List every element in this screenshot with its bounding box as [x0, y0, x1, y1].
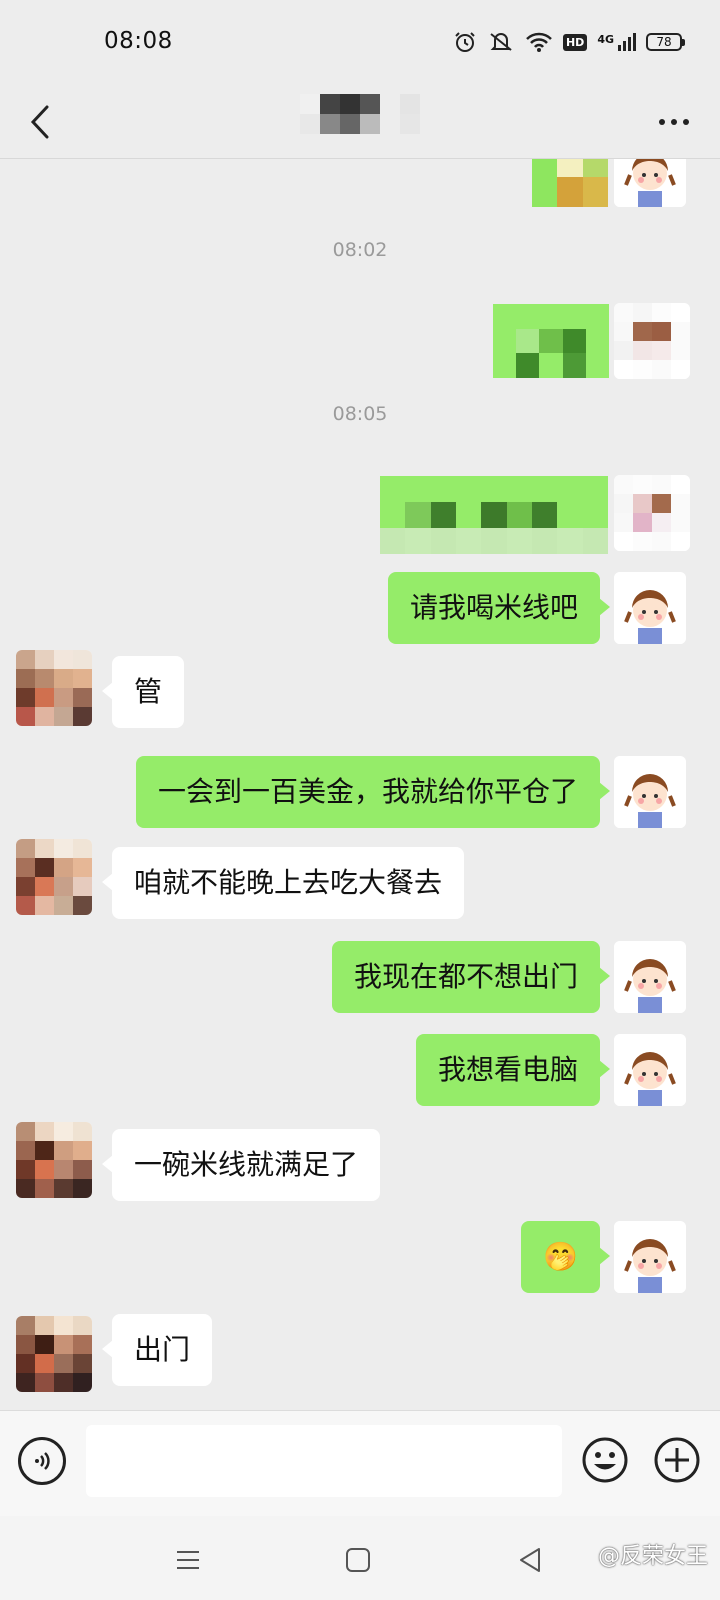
incoming-message[interactable]: 一碗米线就满足了: [101, 1129, 381, 1201]
voice-button[interactable]: [18, 1437, 66, 1485]
self-avatar[interactable]: [614, 475, 690, 551]
back-button[interactable]: [16, 98, 64, 146]
girl-avatar-icon: [614, 1034, 686, 1106]
self-avatar[interactable]: [614, 756, 686, 828]
timestamp: 08:05: [332, 403, 388, 425]
contact-avatar[interactable]: [16, 1122, 92, 1198]
outgoing-message[interactable]: 请我喝米线吧: [387, 572, 611, 644]
more-dot: [671, 119, 677, 125]
home-button[interactable]: [340, 1542, 376, 1578]
girl-avatar-icon: [614, 572, 686, 644]
nav-back-button[interactable]: [512, 1542, 548, 1578]
self-avatar[interactable]: [614, 1221, 686, 1293]
incoming-message[interactable]: 出门: [101, 1314, 213, 1386]
network-label: 4G: [597, 33, 614, 46]
status-time: 08:08: [104, 28, 173, 54]
chat-area[interactable]: 08:02 08:05 请我喝米线吧 管 一会到一百美金，我就给你平仓了 咱就不…: [0, 159, 720, 1410]
sticker-message[interactable]: [380, 476, 608, 554]
status-icons: HD 4G 78: [453, 30, 685, 54]
emoji-button[interactable]: [580, 1435, 630, 1485]
signal-icon: 4G: [597, 33, 636, 51]
girl-avatar-icon: [614, 159, 686, 207]
back-triangle-icon: [520, 1548, 540, 1572]
more-dot: [683, 119, 689, 125]
watermark: @反荣女王: [597, 1544, 708, 1569]
girl-avatar-icon: [614, 941, 686, 1013]
menu-icon: [177, 1551, 199, 1569]
outgoing-message[interactable]: 我想看电脑: [415, 1034, 611, 1106]
incoming-message[interactable]: 咱就不能晚上去吃大餐去: [101, 847, 465, 919]
voice-icon: [35, 1452, 50, 1470]
contact-avatar[interactable]: [16, 650, 92, 726]
contact-avatar[interactable]: [16, 1316, 92, 1392]
incoming-message[interactable]: 管: [101, 656, 185, 728]
more-functions-button[interactable]: [652, 1435, 702, 1485]
input-bar: [0, 1410, 720, 1517]
status-bar: 08:08 HD 4G 78: [0, 0, 720, 86]
self-avatar[interactable]: [614, 303, 690, 379]
plus-icon: [654, 1437, 700, 1483]
outgoing-message[interactable]: 我现在都不想出门: [331, 941, 611, 1013]
more-dot: [659, 119, 665, 125]
emoji-icon: [582, 1437, 628, 1483]
self-avatar[interactable]: [614, 1034, 686, 1106]
message-input[interactable]: [86, 1425, 562, 1497]
battery-level: 78: [656, 35, 672, 49]
sticker-message[interactable]: [493, 304, 609, 378]
home-icon: [346, 1548, 370, 1572]
alarm-icon: [453, 30, 477, 54]
system-navigation-bar: @反荣女王: [0, 1516, 720, 1600]
chevron-left-icon: [30, 105, 49, 139]
chat-header: [0, 86, 720, 159]
mute-icon: [487, 30, 515, 54]
outgoing-message[interactable]: 一会到一百美金，我就给你平仓了: [135, 756, 611, 828]
girl-avatar-icon: [614, 1221, 686, 1293]
title-pixelated: [300, 94, 420, 134]
battery-icon: 78: [646, 33, 685, 51]
wifi-icon: [525, 31, 553, 53]
sticker-message[interactable]: [532, 159, 608, 207]
timestamp: 08:02: [332, 239, 388, 261]
contact-avatar[interactable]: [16, 839, 92, 915]
more-button[interactable]: [650, 100, 698, 144]
girl-avatar-icon: [614, 756, 686, 828]
self-avatar[interactable]: [614, 572, 686, 644]
self-avatar[interactable]: [614, 941, 686, 1013]
self-avatar[interactable]: [614, 159, 686, 207]
menu-button[interactable]: [170, 1542, 206, 1578]
outgoing-emoji-message[interactable]: 🤭: [521, 1221, 610, 1293]
hd-icon: HD: [562, 33, 588, 51]
chat-title: [300, 94, 420, 134]
